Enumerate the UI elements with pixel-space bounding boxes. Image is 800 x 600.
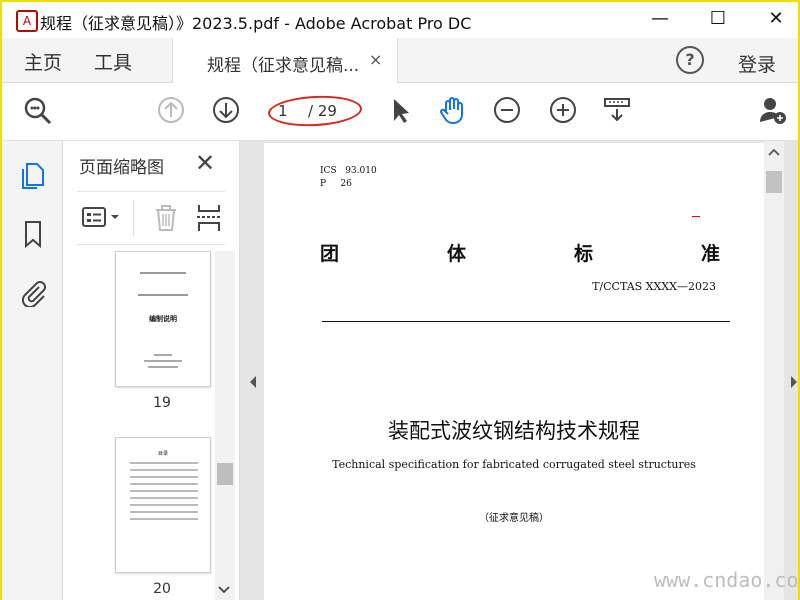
collapse-panel-arrow-icon[interactable]: [248, 375, 258, 389]
toolbar-divider: [133, 200, 134, 236]
bookmark-icon[interactable]: [18, 219, 48, 249]
ics-code: ICS 93.010 P 26: [320, 166, 377, 189]
thumbnails-scroll-thumb[interactable]: [217, 463, 233, 485]
thumbnails-scrollbar[interactable]: [215, 251, 235, 600]
extract-pages-icon[interactable]: [195, 203, 223, 233]
fit-page-icon[interactable]: [602, 95, 632, 125]
document-title: 装配式波纹钢结构技术规程: [388, 419, 640, 443]
standard-char: 准: [700, 243, 720, 265]
tab-document[interactable]: 规程（征求意见稿... ×: [172, 38, 398, 83]
zoom-in-icon[interactable]: [548, 95, 578, 125]
standard-char: 体: [446, 243, 466, 265]
document-view[interactable]: ICS 93.010 P 26 团 体 标 准 T/CCTAS XXXX—202…: [240, 141, 798, 600]
thumbnail-page-number: 20: [153, 581, 171, 597]
attachment-icon[interactable]: [18, 277, 48, 307]
thumbnail-page-19[interactable]: 编制说明: [115, 251, 211, 387]
zoom-out-icon[interactable]: [492, 95, 522, 125]
thumbnail-heading: 目录: [157, 451, 168, 457]
standard-number: T/CCTAS XXXX—2023: [592, 280, 716, 293]
draft-note: （征求意见稿）: [479, 513, 549, 524]
thumbnail-page-number: 19: [153, 395, 171, 411]
close-document-tab-icon[interactable]: ×: [369, 50, 382, 69]
title-bar: A 规程（征求意见稿）》2023.5.pdf - Adobe Acrobat P…: [2, 2, 798, 36]
tab-bar: 主页 工具 规程（征求意见稿... × ? 登录: [2, 38, 798, 83]
help-icon[interactable]: ?: [676, 46, 704, 74]
close-panel-icon[interactable]: ✕: [195, 149, 215, 177]
red-mark: [692, 216, 700, 217]
zoom-search-icon[interactable]: [22, 95, 52, 125]
maximize-button[interactable]: ☐: [706, 8, 730, 30]
previous-page-icon[interactable]: [156, 95, 186, 125]
thumbnail-page-20[interactable]: 目录: [115, 437, 211, 573]
document-subtitle: Technical specification for fabricated c…: [332, 458, 696, 471]
standard-char: 团: [320, 243, 340, 265]
tab-home[interactable]: 主页: [24, 48, 62, 75]
standard-type-heading: 团 体 标 准: [320, 239, 720, 266]
add-user-icon[interactable]: [758, 95, 788, 125]
watermark-text: www.cndao.com: [654, 568, 800, 592]
select-cursor-icon[interactable]: [386, 95, 416, 125]
next-page-icon[interactable]: [211, 95, 241, 125]
tab-tools[interactable]: 工具: [94, 48, 132, 75]
expand-right-panel-icon[interactable]: [790, 375, 798, 389]
document-scrollbar[interactable]: [764, 141, 784, 600]
page-thumbnails-icon[interactable]: [18, 161, 48, 191]
window-title: 规程（征求意见稿）》2023.5.pdf - Adobe Acrobat Pro…: [40, 14, 472, 33]
document-tab-label: 规程（征求意见稿...: [207, 56, 360, 76]
thumbnails-panel: 页面缩略图 ✕ 编制说明 19 目录 20: [63, 141, 240, 600]
thumbnails-toolbar: [77, 191, 225, 245]
doc-scroll-up-icon[interactable]: [768, 147, 780, 157]
delete-page-icon[interactable]: [153, 203, 179, 233]
document-scroll-thumb[interactable]: [766, 171, 782, 193]
thumbnail-options-icon[interactable]: [81, 205, 125, 231]
standard-char: 标: [573, 243, 593, 265]
acrobat-app-icon: A: [16, 10, 38, 32]
thumbnail-heading: 编制说明: [149, 315, 177, 323]
thumbnails-title: 页面缩略图: [79, 158, 164, 178]
close-button[interactable]: ✕: [764, 8, 788, 30]
minimize-button[interactable]: —: [648, 8, 672, 30]
main-toolbar: 1 / 29: [2, 83, 798, 141]
hand-tool-icon[interactable]: [438, 95, 468, 125]
scroll-down-arrow-icon[interactable]: [218, 585, 230, 595]
header-rule: [322, 321, 730, 322]
login-button[interactable]: 登录: [738, 50, 776, 77]
pdf-page: ICS 93.010 P 26 团 体 标 准 T/CCTAS XXXX—202…: [264, 143, 764, 600]
navigation-rail: [2, 141, 63, 600]
